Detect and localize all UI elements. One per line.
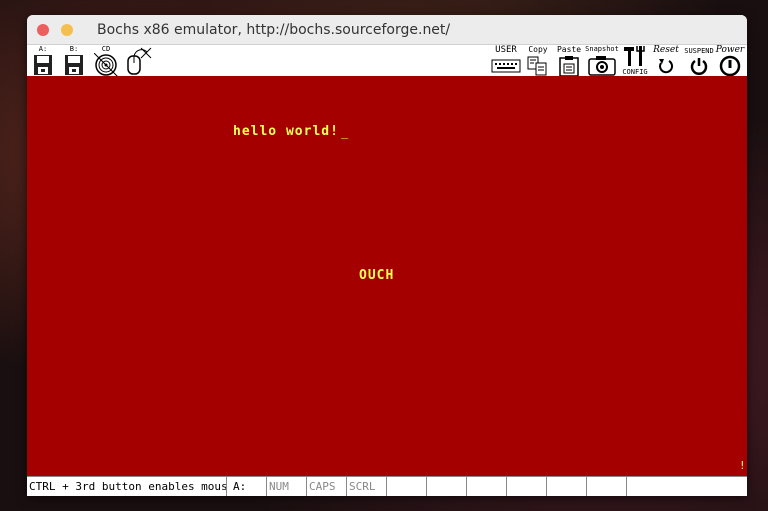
corner-marker: ! bbox=[739, 459, 746, 472]
status-num: NUM bbox=[267, 477, 307, 496]
paste-button[interactable]: Paste bbox=[556, 45, 582, 77]
status-empty-2 bbox=[427, 477, 467, 496]
floppy-icon bbox=[34, 55, 52, 75]
user-label: USER bbox=[495, 45, 517, 55]
config-label: CONFIG bbox=[622, 68, 648, 76]
power-icon bbox=[719, 55, 741, 77]
status-empty-5 bbox=[547, 477, 587, 496]
power-label: Power bbox=[715, 45, 745, 55]
status-empty-6 bbox=[587, 477, 627, 496]
title-bar[interactable]: Bochs x86 emulator, http://bochs.sourcef… bbox=[27, 15, 747, 45]
cdrom-label: CD bbox=[101, 45, 111, 53]
power-button[interactable]: Power bbox=[715, 45, 745, 77]
toolbar: A: B: CD USER Copy Paste Snapshot CONFIG… bbox=[27, 45, 747, 77]
copy-icon bbox=[527, 56, 547, 76]
camera-icon bbox=[588, 56, 616, 76]
mouse-icon bbox=[127, 47, 152, 75]
suspend-button[interactable]: SUSPEND bbox=[682, 45, 716, 77]
copy-button[interactable]: Copy bbox=[525, 45, 551, 77]
window-title: Bochs x86 emulator, http://bochs.sourcef… bbox=[97, 22, 451, 38]
snapshot-button[interactable]: Snapshot bbox=[585, 45, 619, 77]
status-empty-3 bbox=[467, 477, 507, 496]
status-bar: CTRL + 3rd button enables mouse A: NUM C… bbox=[27, 476, 747, 496]
floppy-b-label: B: bbox=[69, 45, 79, 53]
reset-label: Reset bbox=[653, 45, 679, 55]
suspend-label: SUSPEND bbox=[684, 47, 714, 55]
clipboard-icon bbox=[559, 56, 579, 77]
bochs-window: Bochs x86 emulator, http://bochs.sourcef… bbox=[27, 15, 747, 496]
floppy-icon bbox=[65, 55, 83, 75]
user-button[interactable]: USER bbox=[489, 45, 523, 77]
suspend-icon bbox=[690, 58, 708, 75]
emulator-screen[interactable]: hello world! _ OUCH ! bbox=[27, 76, 747, 476]
tools-icon bbox=[624, 46, 645, 66]
floppy-a-button[interactable]: A: bbox=[31, 45, 55, 77]
floppy-a-label: A: bbox=[38, 45, 48, 53]
floppy-b-button[interactable]: B: bbox=[62, 45, 86, 77]
status-drive: A: bbox=[227, 477, 267, 496]
status-message: CTRL + 3rd button enables mouse bbox=[27, 477, 227, 496]
cdrom-button[interactable]: CD bbox=[93, 45, 119, 77]
minimize-button[interactable] bbox=[61, 24, 73, 36]
screen-text-ouch: OUCH bbox=[359, 268, 395, 283]
close-button[interactable] bbox=[37, 24, 49, 36]
reset-button[interactable]: Reset bbox=[651, 45, 681, 77]
paste-label: Paste bbox=[556, 45, 582, 54]
status-empty-1 bbox=[387, 477, 427, 496]
config-button[interactable]: CONFIG bbox=[620, 45, 650, 77]
screen-text-hello: hello world! bbox=[233, 124, 339, 139]
snapshot-label: Snapshot bbox=[585, 45, 619, 53]
text-cursor: _ bbox=[341, 125, 349, 139]
status-empty-4 bbox=[507, 477, 547, 496]
status-caps: CAPS bbox=[307, 477, 347, 496]
cdrom-icon bbox=[94, 53, 118, 77]
mouse-button[interactable] bbox=[122, 45, 154, 77]
keyboard-icon bbox=[491, 59, 521, 73]
copy-label: Copy bbox=[528, 45, 548, 54]
reset-icon bbox=[659, 59, 674, 74]
status-scrl: SCRL bbox=[347, 477, 387, 496]
